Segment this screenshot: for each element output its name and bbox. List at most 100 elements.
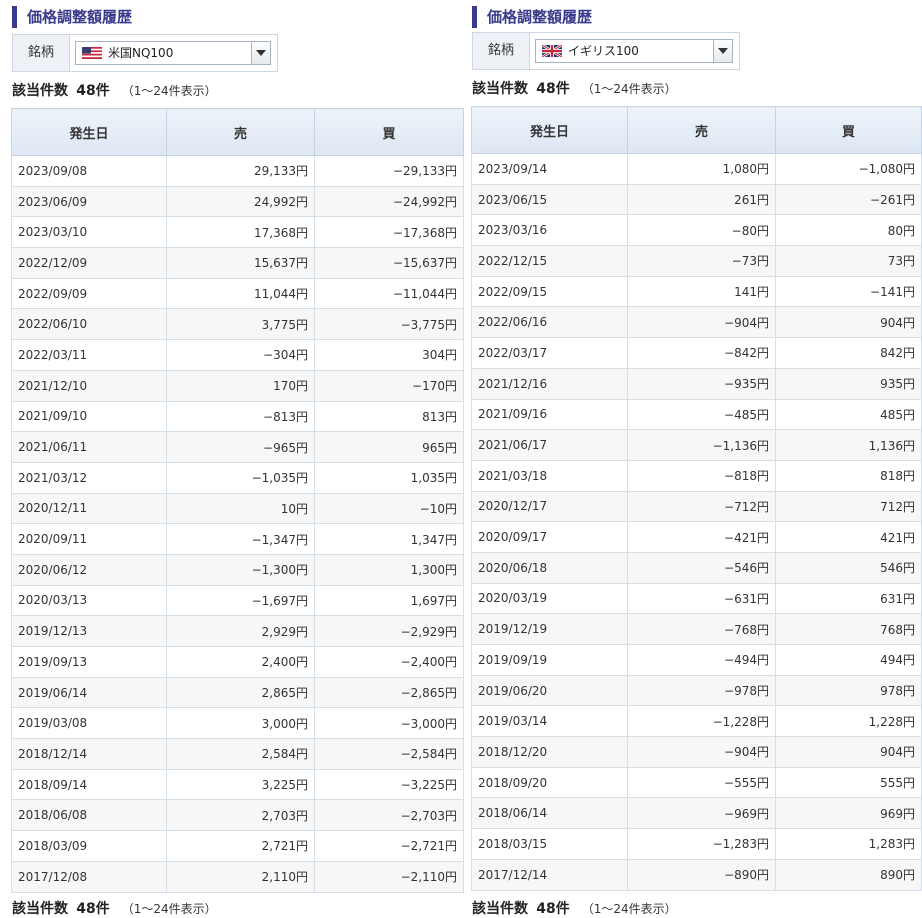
cell-sell: 2,703円 [166,799,315,832]
cell-buy: −2,865円 [314,676,464,709]
table-row: 2023/03/10 17,368円 −17,368円 [11,216,464,249]
cell-date: 2021/03/18 [471,459,628,492]
symbol-selector: 銘柄 米国NQ100 [12,34,278,72]
cell-sell: −978円 [627,674,776,707]
cell-buy: −17,368円 [314,216,464,249]
table-row: 2019/06/14 2,865円 −2,865円 [11,676,464,709]
cell-date: 2022/06/10 [11,308,167,341]
cell-date: 2018/09/14 [11,768,167,801]
cell-buy: 546円 [775,551,922,584]
page-title: 価格調整額履歴 [472,6,592,28]
cell-buy: 712円 [775,490,922,523]
cell-date: 2021/12/10 [11,369,167,402]
table-row: 2019/03/08 3,000円 −3,000円 [11,707,464,740]
cell-date: 2018/03/09 [11,830,167,862]
table-row: 2018/03/15 −1,283円 1,283円 [471,828,922,860]
table-row: 2019/09/19 −494円 494円 [471,644,922,676]
cell-date: 2023/06/15 [471,183,628,216]
cell-date: 2019/09/19 [471,644,628,676]
cell-date: 2020/06/18 [471,551,628,584]
table-row: 2021/06/11 −965円 965円 [11,431,464,463]
cell-buy: 842円 [775,337,922,369]
dropdown-arrow-button[interactable] [713,40,732,62]
cell-date: 2017/12/14 [471,858,628,891]
cell-date: 2022/09/15 [471,275,628,308]
cell-buy: 965円 [314,431,464,463]
table-row: 2022/09/15 141円 −141円 [471,275,922,308]
table-row: 2019/06/20 −978円 978円 [471,674,922,707]
cell-sell: −1,228円 [627,705,776,738]
cell-sell: −1,347円 [166,523,315,555]
cell-buy: 421円 [775,521,922,553]
table-row: 2017/12/08 2,110円 −2,110円 [11,860,464,893]
table-row: 2019/09/13 2,400円 −2,400円 [11,646,464,678]
cell-sell: 261円 [627,183,776,216]
table-row: 2021/12/10 170円 −170円 [11,369,464,402]
dropdown-arrow-button[interactable] [251,42,270,64]
cell-date: 2021/03/12 [11,461,167,494]
cell-date: 2022/12/09 [11,247,167,279]
cell-buy: 935円 [775,367,922,400]
cell-sell: 11,044円 [166,277,315,310]
table-row: 2019/12/19 −768円 768円 [471,613,922,645]
cell-date: 2018/12/20 [471,736,628,768]
cell-buy: −141円 [775,275,922,308]
cell-date: 2020/06/12 [11,553,167,586]
cell-date: 2023/06/09 [11,185,167,218]
cell-sell: 29,133円 [166,155,315,187]
cell-date: 2019/12/19 [471,613,628,645]
cell-buy: −3,000円 [314,707,464,740]
result-count-bottom: 該当件数 48件 （1～24件表示） [472,901,677,917]
table-row: 2021/12/16 −935円 935円 [471,367,922,400]
result-count: 該当件数 48件 （1～24件表示） [472,81,677,97]
cell-buy: 1,228円 [775,705,922,738]
cell-sell: 2,865円 [166,676,315,709]
cell-date: 2019/12/13 [11,615,167,647]
cell-buy: −11,044円 [314,277,464,310]
cell-buy: 978円 [775,674,922,707]
table-row: 2021/09/16 −485円 485円 [471,398,922,431]
cell-date: 2017/12/08 [11,860,167,893]
cell-buy: −2,929円 [314,615,464,647]
symbol-label: 銘柄 [473,33,530,69]
cell-sell: 141円 [627,275,776,308]
cell-sell: −768円 [627,613,776,645]
cell-buy: −170円 [314,369,464,402]
cell-buy: −29,133円 [314,155,464,187]
cell-buy: −2,584円 [314,738,464,770]
cell-sell: 17,368円 [166,216,315,249]
table-row: 2020/12/11 10円 −10円 [11,492,464,525]
page-title: 価格調整額履歴 [12,6,132,28]
cell-date: 2019/06/20 [471,674,628,707]
us-flag-icon [82,47,102,59]
cell-sell: −1,035円 [166,461,315,494]
cell-buy: −3,225円 [314,768,464,801]
cell-date: 2019/03/08 [11,707,167,740]
table-row: 2023/09/14 1,080円 −1,080円 [471,153,922,185]
cell-sell: −904円 [627,736,776,768]
cell-date: 2023/09/14 [471,153,628,185]
table-row: 2018/09/20 −555円 555円 [471,766,922,799]
chevron-down-icon [256,50,266,56]
cell-sell: −555円 [627,766,776,799]
cell-sell: −1,136円 [627,429,776,461]
cell-sell: 24,992円 [166,185,315,218]
cell-buy: 73円 [775,245,922,277]
cell-sell: 2,721円 [166,830,315,862]
cell-sell: −935円 [627,367,776,400]
cell-buy: 485円 [775,398,922,431]
cell-sell: 3,225円 [166,768,315,801]
symbol-dropdown[interactable]: 米国NQ100 [75,41,271,65]
symbol-dropdown[interactable]: イギリス100 [535,39,733,63]
cell-sell: −73円 [627,245,776,277]
cell-buy: 1,300円 [314,553,464,586]
cell-buy: 768円 [775,613,922,645]
cell-sell: 170円 [166,369,315,402]
header-sell: 売 [166,108,315,156]
cell-date: 2022/09/09 [11,277,167,310]
cell-buy: 1,283円 [775,828,922,860]
cell-sell: −813円 [166,400,315,433]
cell-buy: 1,136円 [775,429,922,461]
cell-date: 2022/03/17 [471,337,628,369]
cell-sell: 2,110円 [166,860,315,893]
